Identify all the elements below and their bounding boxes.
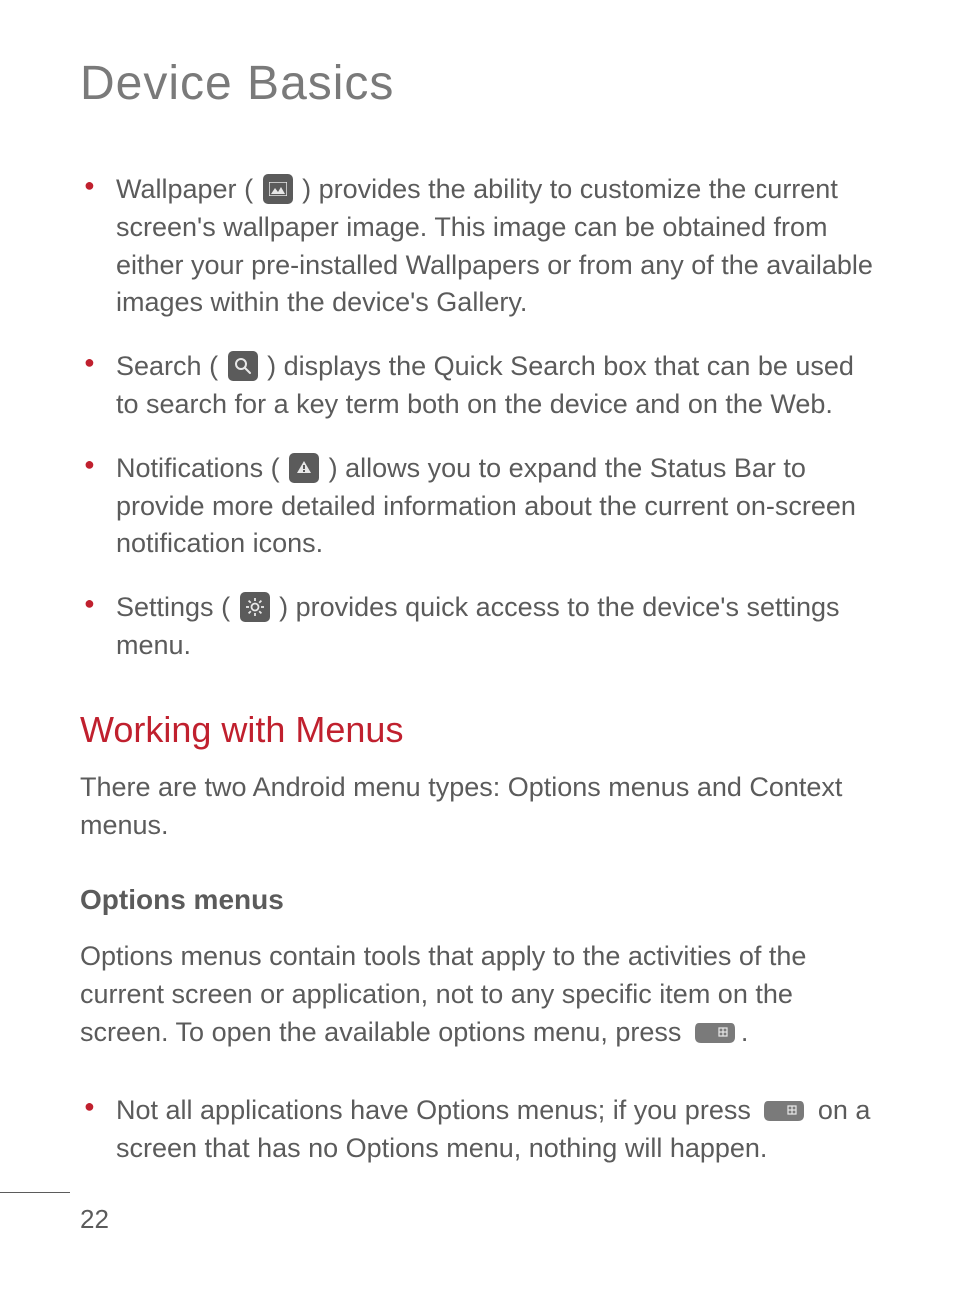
list-item: Notifications ( ) allows you to expand t…	[80, 450, 874, 563]
feature-list: Wallpaper ( ) provides the ability to cu…	[80, 171, 874, 665]
page-number: 22	[80, 1204, 109, 1235]
paren-open: (	[221, 592, 238, 622]
paren-close: )	[321, 453, 338, 483]
sub-heading: Options menus	[80, 884, 874, 916]
bullet-before: Not all applications have Options menus;…	[116, 1095, 758, 1125]
section-heading: Working with Menus	[80, 709, 874, 751]
settings-icon	[240, 592, 270, 622]
feature-text: displays the Quick Search box that can b…	[116, 351, 854, 419]
menu-key-icon	[693, 1021, 737, 1045]
list-item: Not all applications have Options menus;…	[80, 1092, 874, 1168]
page-number-rule	[0, 1192, 70, 1194]
wallpaper-icon	[263, 174, 293, 204]
options-menu-description: Options menus contain tools that apply t…	[80, 938, 874, 1051]
feature-term: Settings	[116, 592, 214, 622]
list-item: Wallpaper ( ) provides the ability to cu…	[80, 171, 874, 322]
paren-open: (	[209, 351, 226, 381]
search-icon	[228, 351, 258, 381]
notifications-icon	[289, 453, 319, 483]
paren-open: (	[271, 453, 288, 483]
paren-close: )	[260, 351, 277, 381]
feature-term: Wallpaper	[116, 174, 237, 204]
sub-intro-after: .	[741, 1017, 749, 1047]
page-title: Device Basics	[80, 56, 874, 111]
menu-key-icon	[762, 1099, 806, 1123]
paren-open: (	[244, 174, 261, 204]
list-item: Settings ( ) provides quick ac	[80, 589, 874, 665]
feature-term: Search	[116, 351, 202, 381]
section-intro: There are two Android menu types: Option…	[80, 769, 874, 845]
feature-term: Notifications	[116, 453, 263, 483]
paren-close: )	[295, 174, 312, 204]
paren-close: )	[272, 592, 289, 622]
list-item: Search ( ) displays the Quick Search box…	[80, 348, 874, 424]
options-note-list: Not all applications have Options menus;…	[80, 1092, 874, 1168]
